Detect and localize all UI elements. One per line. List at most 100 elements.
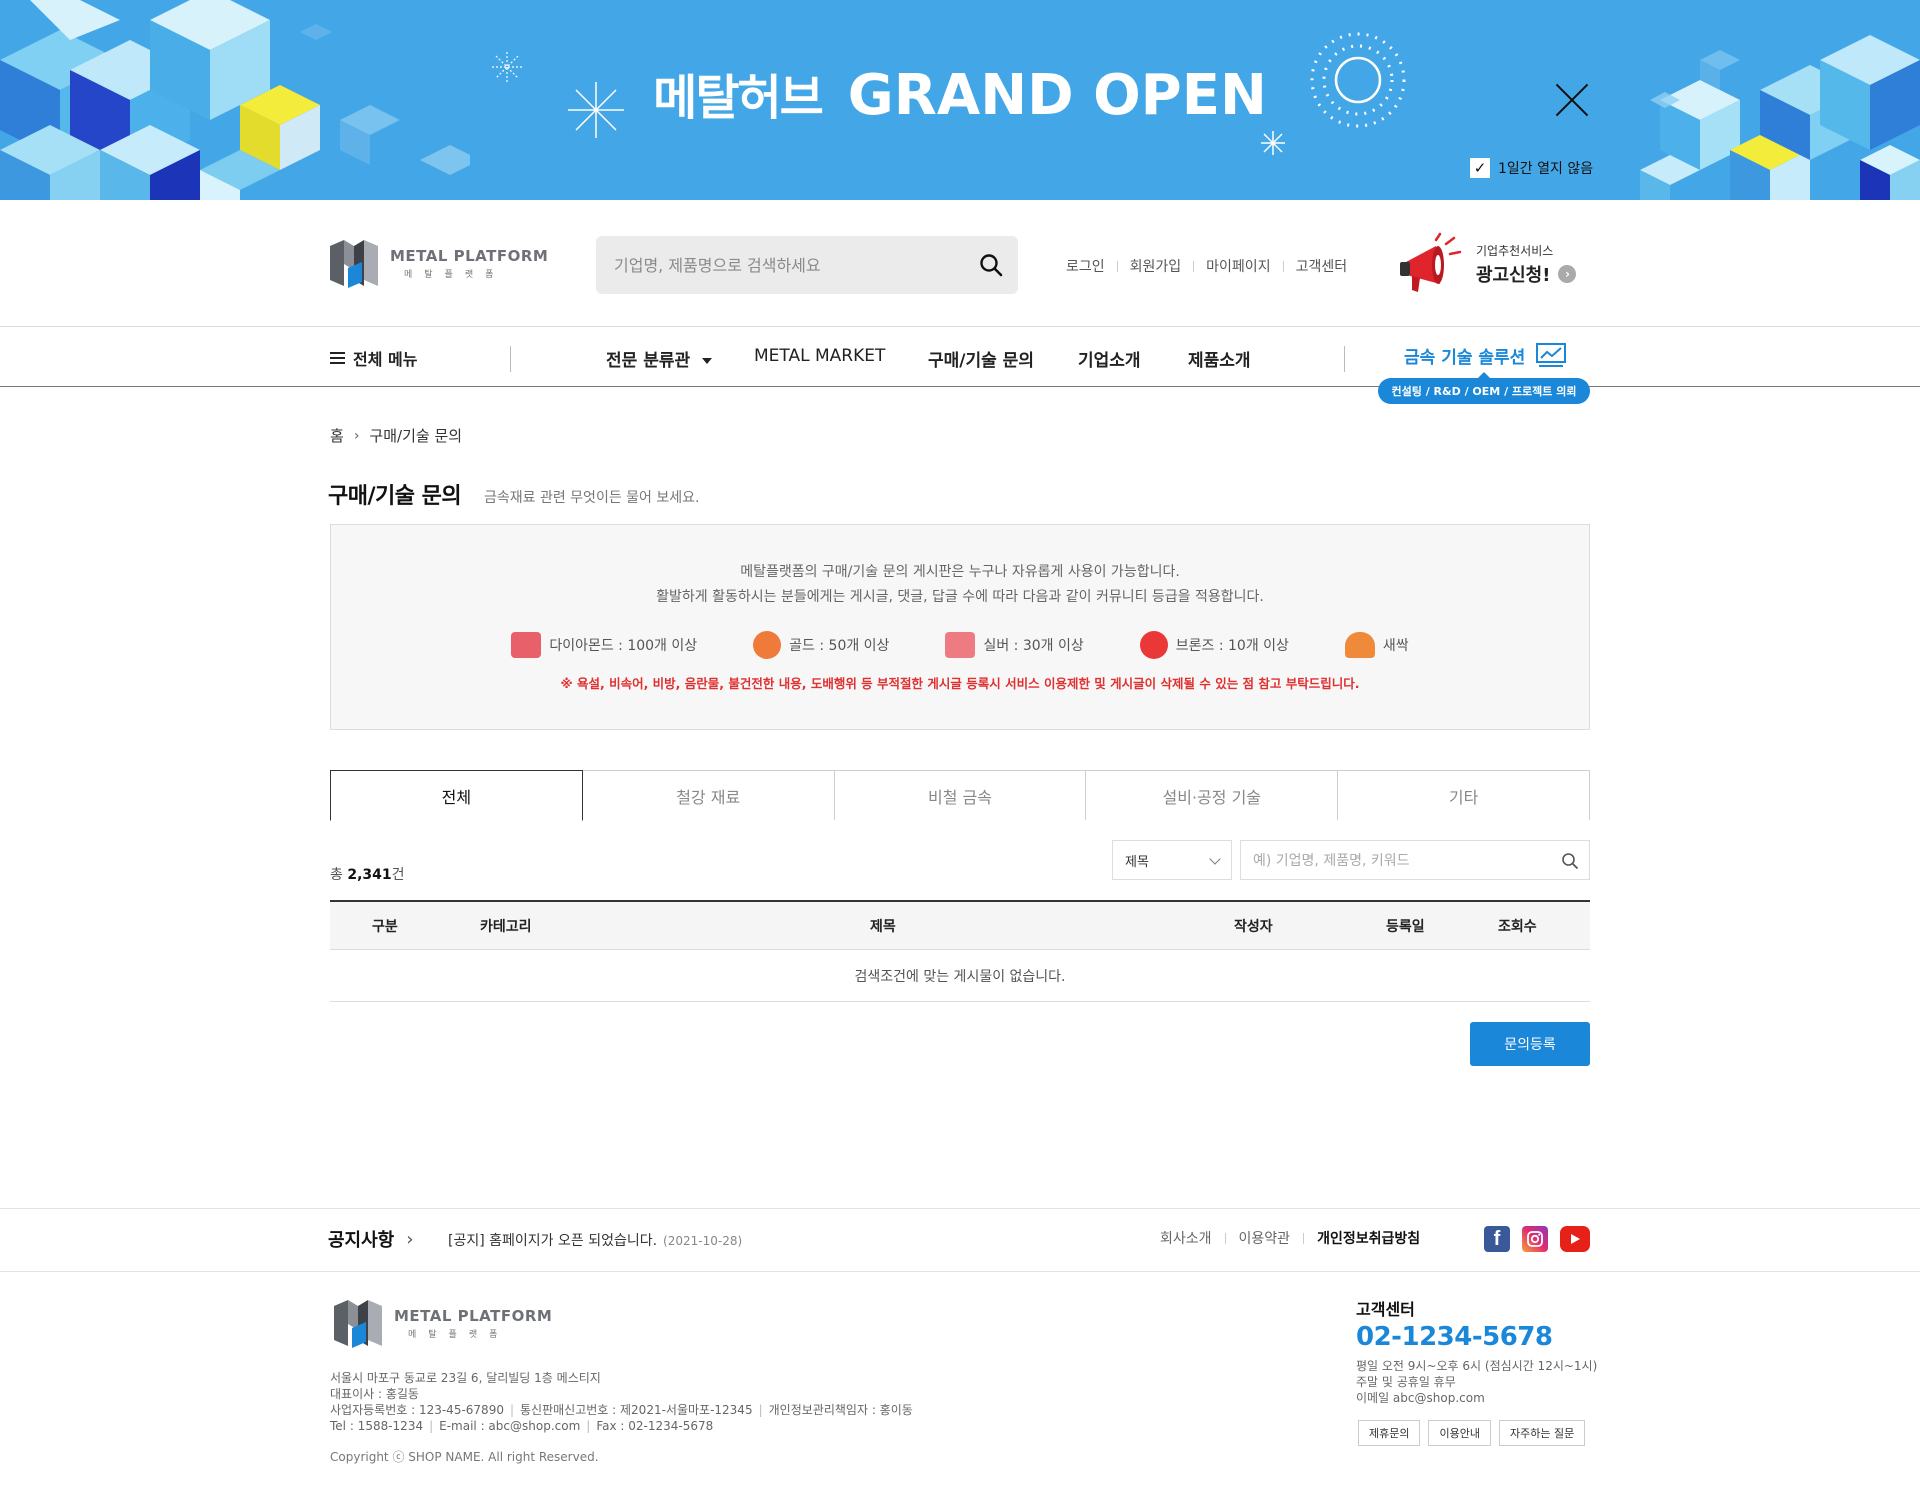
chart-monitor-icon — [1536, 343, 1567, 367]
sns-links: f — [1484, 1226, 1590, 1252]
banner-noshow-checkbox[interactable]: ✓ 1일간 열지 않음 — [1470, 158, 1593, 178]
chevron-right-icon: › — [406, 1228, 414, 1250]
footer-notice-label: 공지사항 — [328, 1230, 395, 1251]
cs-holiday: 주말 및 공휴일 휴무 — [1356, 1375, 1456, 1389]
guide-button[interactable]: 이용안내 — [1428, 1420, 1491, 1446]
noshow-label: 1일간 열지 않음 — [1498, 161, 1594, 177]
footer-logo: METAL PLATFORM 메탈플랫폼 — [332, 1294, 552, 1352]
solution-badge[interactable]: 컨설팅 / R&D / OEM / 프로젝트 의뢰 — [1378, 372, 1590, 404]
tab-nonferrous[interactable]: 비철 금속 — [833, 770, 1087, 820]
search-icon[interactable] — [978, 252, 1004, 278]
logo-subtitle: 메탈플랫폼 — [404, 269, 506, 280]
tab-equipment[interactable]: 설비·공정 기술 — [1085, 770, 1339, 820]
gnb-item-metal-market[interactable]: METAL MARKET — [754, 346, 885, 366]
gnb-item-specialty[interactable]: 전문 분류관 — [606, 346, 713, 371]
cs-label: 고객센터 — [1356, 1300, 1415, 1319]
diamond-icon — [511, 632, 542, 658]
ad-apply-banner[interactable]: 기업추천서비스 광고신청! › — [1396, 232, 1577, 296]
gnb-item-product[interactable]: 제품소개 — [1188, 346, 1251, 371]
total-number: 2,341 — [347, 867, 392, 883]
grade-label: 브론즈 : 10개 이상 — [1175, 638, 1289, 654]
board-notice-box: 메탈플랫폼의 구매/기술 문의 게시판은 누구나 자유롭게 사용이 가능합니다.… — [330, 524, 1590, 730]
partnership-button[interactable]: 제휴문의 — [1358, 1420, 1421, 1446]
sparkle-icon — [1261, 131, 1285, 155]
all-menu-label: 전체 메뉴 — [353, 350, 418, 369]
grade-gold: 골드 : 50개 이상 — [753, 631, 889, 659]
login-link[interactable]: 로그인 — [1066, 256, 1105, 276]
grade-label: 새싹 — [1382, 638, 1409, 654]
page-title: 구매/기술 문의 — [328, 484, 462, 509]
company-address: 서울시 마포구 동교로 23길 6, 달리빌딩 1층 메스티지 — [330, 1371, 601, 1385]
all-menu-button[interactable]: 전체 메뉴 — [330, 346, 417, 370]
footer-notice-link[interactable]: 공지사항 › — [328, 1226, 413, 1252]
site-logo[interactable]: METAL PLATFORM 메탈플랫폼 — [328, 234, 548, 292]
search-icon[interactable] — [1561, 852, 1579, 870]
logo-mark-icon — [334, 1300, 382, 1348]
chevron-right-icon[interactable]: › — [1558, 264, 1577, 283]
grade-label: 다이아몬드 : 100개 이상 — [549, 638, 698, 654]
breadcrumb-current: 구매/기술 문의 — [369, 427, 463, 445]
sprout-icon — [1344, 632, 1375, 658]
checkbox-checked-icon[interactable]: ✓ — [1470, 158, 1490, 178]
select-value: 제목 — [1125, 854, 1149, 870]
gold-icon — [753, 631, 782, 659]
header-search-input[interactable] — [614, 252, 964, 278]
grade-label: 실버 : 30개 이상 — [983, 638, 1084, 654]
chevron-right-icon: › — [353, 427, 360, 444]
grade-bronze: 브론즈 : 10개 이상 — [1139, 631, 1289, 659]
hamburger-icon — [330, 352, 345, 364]
col-category: 카테고리 — [480, 919, 532, 935]
mypage-link[interactable]: 마이페이지 — [1206, 256, 1270, 276]
faq-button[interactable]: 자주하는 질문 — [1498, 1420, 1586, 1446]
gnb-separator — [1344, 346, 1345, 372]
cs-email: 이메일 abc@shop.com — [1356, 1391, 1485, 1405]
banner-title: 메탈허브 GRAND OPEN — [0, 58, 1920, 128]
total-prefix: 총 — [330, 867, 348, 883]
tab-steel[interactable]: 철강 재료 — [581, 770, 835, 820]
customer-center-link[interactable]: 고객센터 — [1296, 256, 1348, 276]
gnb-divider-bottom — [0, 386, 1920, 387]
footer-divider — [0, 1271, 1920, 1272]
board-search-input[interactable] — [1253, 851, 1553, 871]
banner-close-button[interactable] — [1552, 80, 1592, 120]
footer-notice-item[interactable]: [공지] 홈페이지가 오픈 되었습니다. (2021-10-28) — [448, 1230, 742, 1250]
grade-sprout: 새싹 — [1344, 631, 1409, 659]
gnb-item-solution[interactable]: 금속 기술 솔루션 — [1404, 342, 1567, 368]
company-ceo: 대표이사 : 홍길동 — [330, 1387, 419, 1401]
cs-buttons: 제휴문의 이용안내 자주하는 질문 — [1358, 1420, 1586, 1446]
gnb-item-company[interactable]: 기업소개 — [1078, 346, 1141, 371]
promo-banner: 메탈허브 GRAND OPEN ✓ 1일간 열지 않음 — [0, 0, 1920, 200]
notice-line-1: 메탈플랫폼의 구매/기술 문의 게시판은 누구나 자유롭게 사용이 가능합니다. — [740, 564, 1180, 580]
footer-link-privacy[interactable]: 개인정보취급방침 — [1317, 1228, 1420, 1248]
gnb-divider-top — [0, 326, 1920, 327]
gnb-item-inquiry[interactable]: 구매/기술 문의 — [928, 346, 1034, 371]
table-empty-row: 검색조건에 맞는 게시물이 없습니다. — [330, 950, 1590, 1002]
youtube-icon[interactable] — [1560, 1226, 1590, 1252]
register-inquiry-button[interactable]: 문의등록 — [1470, 1022, 1590, 1066]
logo-title: METAL PLATFORM — [390, 246, 549, 265]
top-utility-links: 로그인 회원가입 마이페이지 고객센터 — [1066, 256, 1347, 276]
footer-notice-text: [공지] 홈페이지가 오픈 되었습니다. — [448, 1233, 658, 1249]
instagram-icon[interactable] — [1522, 1226, 1548, 1252]
search-field-select[interactable]: 제목 — [1112, 840, 1232, 880]
tab-etc[interactable]: 기타 — [1337, 770, 1590, 820]
copyright: Copyright ⓒ SHOP NAME. All right Reserve… — [330, 1450, 599, 1464]
tab-all[interactable]: 전체 — [330, 770, 583, 821]
grade-list: 다이아몬드 : 100개 이상 골드 : 50개 이상 실버 : 30개 이상 … — [331, 631, 1589, 659]
col-author: 작성자 — [1234, 919, 1273, 935]
signup-link[interactable]: 회원가입 — [1130, 256, 1182, 276]
facebook-icon[interactable]: f — [1484, 1226, 1510, 1252]
gnb-item-label: 전문 분류관 — [606, 351, 691, 371]
ad-title: 광고신청! — [1476, 264, 1551, 286]
ad-subtitle: 기업추천서비스 — [1476, 243, 1554, 258]
solution-label: 금속 기술 솔루션 — [1404, 347, 1526, 368]
logo-subtitle: 메탈플랫폼 — [408, 1329, 510, 1340]
header-search — [596, 236, 1018, 294]
footer-link-company[interactable]: 회사소개 — [1160, 1228, 1212, 1248]
footer-link-terms[interactable]: 이용약관 — [1239, 1228, 1291, 1248]
bronze-icon — [1139, 631, 1168, 659]
customer-center: 고객센터 02-1234-5678 평일 오전 9시~오후 6시 (점심시간 1… — [1356, 1296, 1597, 1406]
company-biz-no: 사업자등록번호 : 123-45-67890 — [330, 1403, 504, 1417]
board-table: 구분 카테고리 제목 작성자 등록일 조회수 검색조건에 맞는 게시물이 없습니… — [330, 900, 1590, 1002]
breadcrumb-home[interactable]: 홈 — [330, 425, 344, 446]
